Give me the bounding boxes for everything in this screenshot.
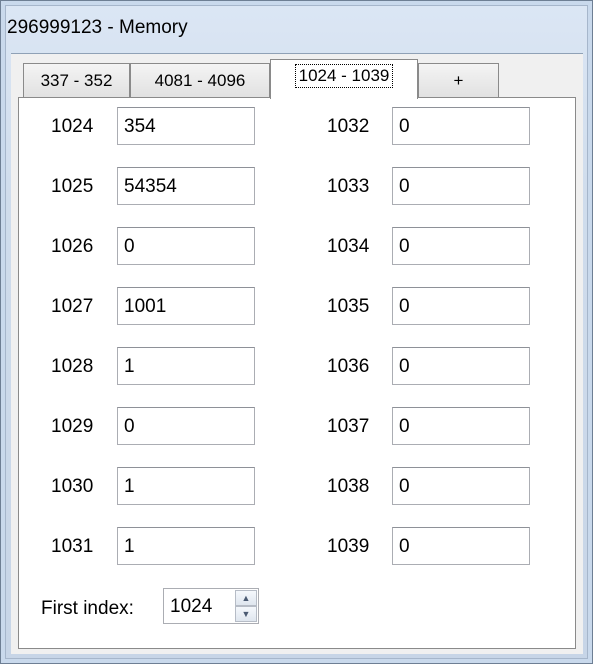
first-index-value[interactable]: 1024 — [170, 596, 212, 618]
memory-index-label: 1035 — [327, 296, 370, 317]
memory-index-label: 1036 — [327, 356, 370, 377]
memory-value-field[interactable]: 0 — [392, 347, 530, 385]
memory-value-field[interactable]: 0 — [392, 527, 530, 565]
memory-index-label: 1038 — [327, 476, 370, 497]
memory-index-label: 1024 — [51, 116, 94, 137]
memory-value-field[interactable]: 0 — [392, 167, 530, 205]
memory-value-field[interactable]: 0 — [117, 227, 255, 265]
memory-value-field[interactable]: 0 — [392, 107, 530, 145]
tab-337-352[interactable]: 337 - 352 — [23, 63, 130, 97]
tab-label: 1024 - 1039 — [294, 64, 394, 88]
memory-index-label: 1025 — [51, 176, 94, 197]
tab-add-button[interactable]: + — [418, 63, 499, 97]
plus-icon: + — [453, 70, 464, 90]
memory-value-field[interactable]: 354 — [117, 107, 255, 145]
memory-value-field[interactable]: 54354 — [117, 167, 255, 205]
memory-value-field[interactable]: 1 — [117, 527, 255, 565]
tab-4081-4096[interactable]: 4081 - 4096 — [130, 63, 270, 97]
memory-index-label: 1037 — [327, 416, 370, 437]
memory-value-field[interactable]: 0 — [117, 407, 255, 445]
memory-value-field[interactable]: 1001 — [117, 287, 255, 325]
window-title: 296999123 - Memory — [7, 17, 188, 38]
memory-index-label: 1032 — [327, 116, 370, 137]
spin-down-arrow-icon[interactable]: ▼ — [235, 606, 257, 622]
memory-value-field[interactable]: 0 — [392, 467, 530, 505]
stepper-buttons: ▲ ▼ — [235, 590, 257, 622]
memory-value-field[interactable]: 0 — [392, 227, 530, 265]
tab-1024-1039[interactable]: 1024 - 1039 — [270, 59, 418, 99]
memory-index-label: 1028 — [51, 356, 94, 377]
memory-value-field[interactable]: 0 — [392, 407, 530, 445]
memory-index-label: 1030 — [51, 476, 94, 497]
first-index-stepper[interactable]: 1024 ▲ ▼ — [163, 588, 259, 624]
memory-index-label: 1031 — [51, 536, 94, 557]
tab-label: 4081 - 4096 — [154, 70, 246, 90]
memory-index-label: 1027 — [51, 296, 94, 317]
memory-value-field[interactable]: 0 — [392, 287, 530, 325]
memory-index-label: 1034 — [327, 236, 370, 257]
memory-window: 296999123 - Memory 337 - 352 4081 - 4096… — [0, 0, 593, 664]
spin-up-arrow-icon[interactable]: ▲ — [235, 590, 257, 606]
first-index-label: First index: — [41, 598, 134, 619]
memory-value-field[interactable]: 1 — [117, 467, 255, 505]
memory-index-label: 1033 — [327, 176, 370, 197]
memory-index-label: 1039 — [327, 536, 370, 557]
memory-index-label: 1029 — [51, 416, 94, 437]
memory-value-field[interactable]: 1 — [117, 347, 255, 385]
tab-label: 337 - 352 — [40, 70, 113, 90]
memory-index-label: 1026 — [51, 236, 94, 257]
